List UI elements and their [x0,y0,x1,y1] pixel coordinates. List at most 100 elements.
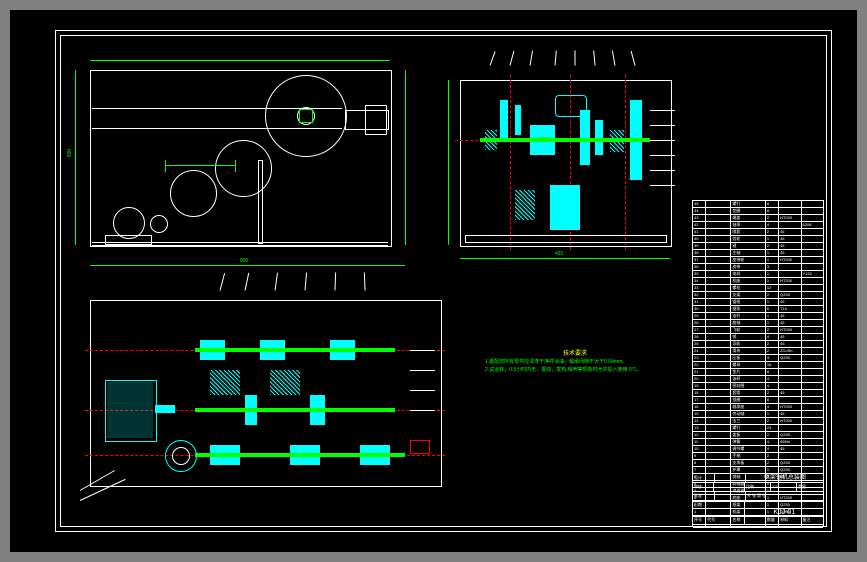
title-block: 设计 框架锯机总装图 审核 比例 1:5 重量 批准 共 张 第 张 日期 KJ… [692,473,824,525]
notes-title: 技术要求 [485,350,665,358]
bom-row: 38主轴145 [693,250,823,257]
cad-canvas[interactable]: 800 600 420 [10,10,857,552]
hex-nut-large [299,109,313,123]
column-mid [258,160,263,244]
top-pulley-small [172,447,190,465]
dim-inner-r [235,160,236,172]
side-lower-comp [550,185,580,230]
side-gear-1 [500,100,508,140]
dim-right-bracket [405,70,406,245]
bom-row: 29连杆145 [693,313,823,320]
notes-line2: 2.试运转，0.5小时内无，振动，发热,噪声等现象时允许投入使用 0℃。 [485,366,665,374]
bom-row: 45螺钉8 [693,201,823,208]
side-lower-hatch [515,190,535,220]
bearing-block-right [365,105,387,135]
side-leader-r1 [650,110,675,111]
bom-row: 30锯条6T10 [693,306,823,313]
top-block-2 [270,370,300,395]
side-dim-left [448,80,449,245]
bom-row: 10调节螺445 [693,446,823,453]
pulley-mid [215,140,272,197]
top-shaft-3 [195,453,405,457]
bom-row: 37皮带轮1HT200 [693,257,823,264]
tb-dwg-no: KJJ-01 [745,501,823,525]
bom-row: 19密封圈4 [693,383,823,390]
bom-row: 28曲轴145 [693,320,823,327]
dim-inner [165,165,235,166]
bom-row: 41隔套245 [693,229,823,236]
tb-design-label: 设计 [693,474,715,482]
bom-row: 36皮带3 [693,264,823,271]
tb-weight-label: 重量 [797,483,823,491]
side-dim-bottom [460,258,670,259]
dim-height-label: 600 [67,149,73,157]
bom-row: 43端盖2HT200 [693,215,823,222]
top-leader-r2 [410,370,435,371]
side-centerline-v3 [625,75,626,250]
bom-row: 13螺钉24 [693,425,823,432]
bom-row: 16轴承座4HT200 [693,404,823,411]
side-gear-2 [515,105,521,135]
top-marker-red [410,440,430,454]
bom-row: 12盖板2Q235 [693,432,823,439]
bom-row: 11弹簧465Mn [693,439,823,446]
bom-row: 17挡圈6 [693,397,823,404]
side-leader-r3 [650,140,675,141]
bom-row: 34机座1HT200 [693,278,823,285]
dim-overall-width [90,265,405,266]
top-motor-shaft [155,405,175,413]
dim-overall-height [75,70,76,245]
side-base [465,235,667,243]
bom-row: 42轴承46208 [693,222,823,229]
dim-width-label: 800 [240,258,248,264]
dim-inner-l [165,160,166,172]
bom-row: 23压板4Q235 [693,355,823,362]
tb-scale-label: 比例 [745,483,771,491]
bom-row: 33螺栓12 [693,285,823,292]
pulley-small [170,170,217,217]
bom-row: 20油杯4 [693,376,823,383]
shaft-top [92,108,342,109]
bom-row: 15传动轴145 [693,411,823,418]
bom-row: 9手柄2 [693,453,823,460]
tb-check-label: 审核 [693,483,714,491]
side-leader-5 [575,51,576,66]
bom-row: 14法兰2HT200 [693,418,823,425]
bom-row: 22螺母16 [693,362,823,369]
tb-scale: 1:5 [771,483,797,491]
bom-row: 26销445 [693,334,823,341]
tb-sheet: 共 张 第 张 [746,492,823,500]
bom-row: 18套筒245 [693,390,823,397]
top-leader-r3 [410,390,435,391]
side-shaft-green [480,138,650,142]
bom-row: 8支承板2Q235 [693,460,823,467]
tb-title: 框架锯机总装图 [746,474,823,482]
base-rail [92,242,388,246]
side-leader-r5 [650,170,675,171]
top-leader-r1 [410,350,435,351]
dim-top [90,60,390,61]
side-leader-r6 [650,185,675,186]
side-leader-r4 [650,155,675,156]
top-shaft-2 [195,408,395,412]
bom-row: 27飞轮2HT200 [693,327,823,334]
side-centerline-v1 [510,75,511,250]
tb-date-label: 日期 [693,501,745,525]
bom-row: 24滑块2ZCuSn [693,348,823,355]
bom-row: 21垫片8 [693,369,823,376]
small-roller [150,215,168,233]
bom-row: 40齿轮145 [693,236,823,243]
side-leader-r2 [650,125,675,126]
side-dim-label: 420 [555,251,563,257]
top-block-1 [210,370,240,395]
notes-line1: 1.装配前所有零件应清洗干净并涂油，轴承间隙不大于0.04mm。 [485,358,665,366]
top-leader-r4 [410,410,435,411]
bom-row: 32支架2Q235 [693,292,823,299]
bom-row: 35电机1Y132 [693,271,823,278]
technical-notes: 技术要求 1.装配前所有零件应清洗干净并涂油，轴承间隙不大于0.04mm。 2.… [485,350,665,374]
top-motor-fill [107,382,153,438]
top-shaft-1 [195,348,395,352]
bom-row: 31锯框145 [693,299,823,306]
bom-row: 39键245 [693,243,823,250]
tb-approve-label: 批准 [693,492,715,500]
